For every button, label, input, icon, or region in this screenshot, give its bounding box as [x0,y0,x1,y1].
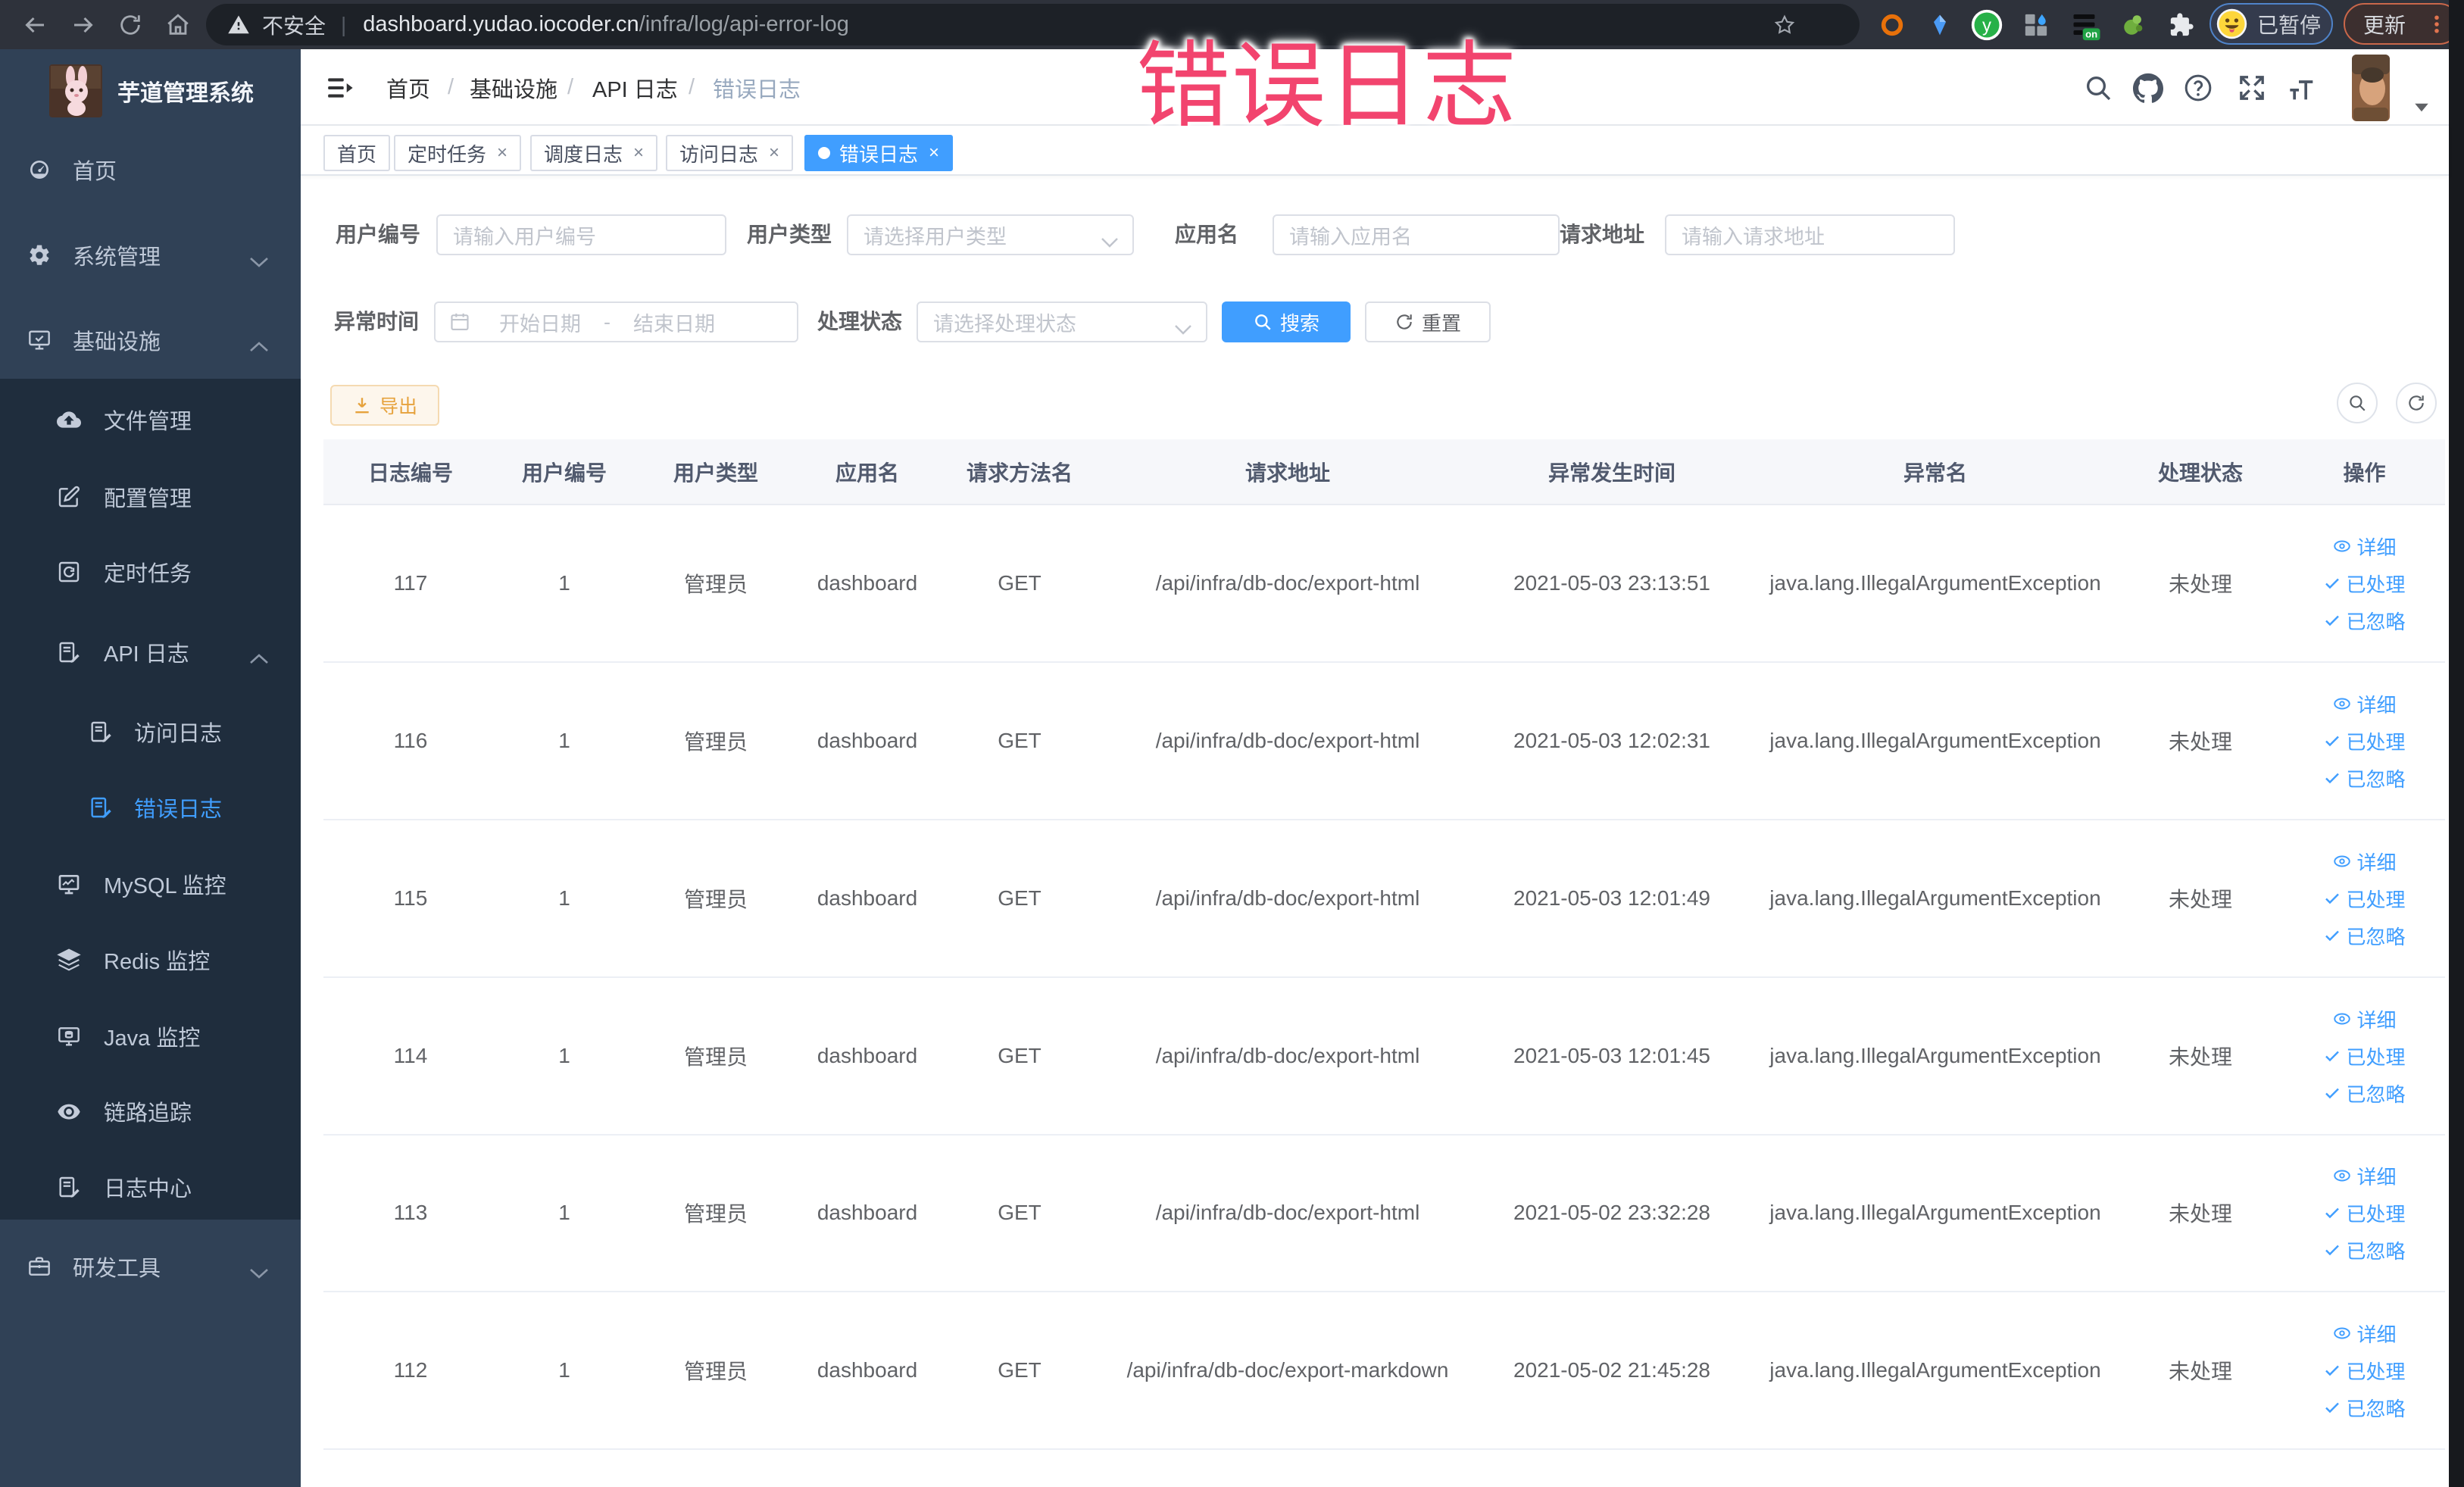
svg-text:on: on [2085,28,2097,39]
svg-text:y: y [1982,15,1991,36]
